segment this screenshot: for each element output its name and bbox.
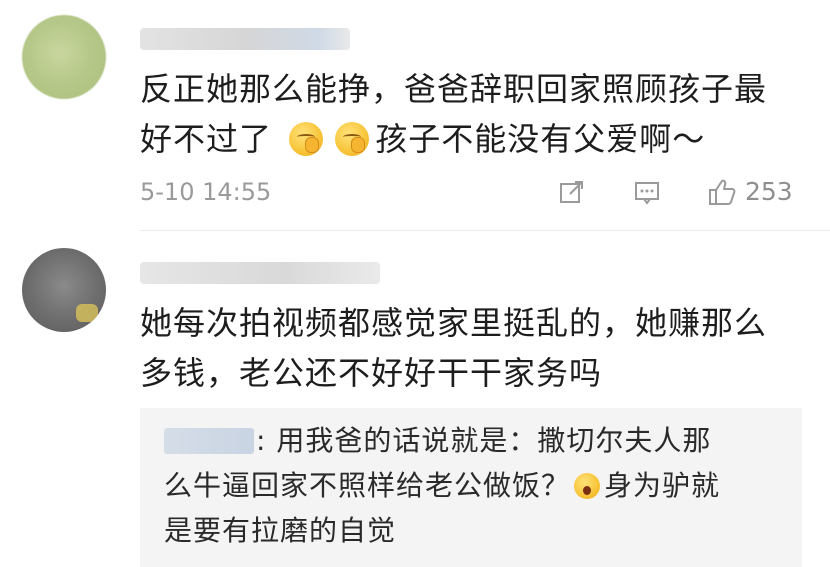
- username-blurred[interactable]: [140, 262, 380, 284]
- comment-line: 反正她那么能挣，爸爸辞职回家照顾孩子最: [140, 70, 768, 108]
- reply-line: 么牛逼回家不照样给老公做饭？ 身为驴就: [164, 463, 794, 508]
- like-button[interactable]: 253: [707, 176, 793, 208]
- comment-line-part: 孩子不能没有父爱啊～: [375, 120, 706, 158]
- timestamp: 5-10 14:55: [140, 178, 272, 206]
- reply-line-part: 身为驴就: [604, 469, 721, 502]
- shh-face-emoji-icon: [289, 122, 324, 156]
- reply-line-part: : 用我爸的话说就是：撒切尔夫人那: [256, 424, 712, 457]
- comment-line-part: 好不过了: [140, 120, 273, 158]
- thumbs-up-icon: [709, 179, 736, 205]
- yawning-face-emoji-icon: [574, 473, 601, 499]
- avatar[interactable]: [22, 15, 106, 99]
- share-icon: [560, 181, 583, 203]
- reply-button[interactable]: [633, 176, 661, 208]
- comment-text: 她每次拍视频都感觉家里挺乱的，她赚那么 多钱，老公还不好好干干家务吗: [140, 298, 790, 398]
- like-count: 253: [745, 177, 793, 206]
- avatar[interactable]: [22, 248, 106, 332]
- comment-meta: 5-10 14:55 253: [140, 176, 805, 208]
- reply-preview[interactable]: : 用我爸的话说就是：撒切尔夫人那 么牛逼回家不照样给老公做饭？ 身为驴就 是要有…: [140, 408, 802, 567]
- share-button[interactable]: [558, 176, 586, 208]
- comment-icon: [635, 182, 659, 205]
- username-blurred[interactable]: [140, 28, 350, 50]
- shh-face-emoji-icon: [335, 122, 370, 156]
- comment-line: 她每次拍视频都感觉家里挺乱的，她赚那么: [140, 304, 768, 342]
- comment-text: 反正她那么能挣，爸爸辞职回家照顾孩子最 好不过了 孩子不能没有父爱啊～: [140, 64, 790, 164]
- comment-divider: [140, 230, 830, 231]
- reply-line: 是要有拉磨的自觉: [164, 514, 397, 547]
- comment-line: 多钱，老公还不好好干干家务吗: [140, 354, 603, 392]
- reply-line: : 用我爸的话说就是：撒切尔夫人那: [164, 418, 794, 463]
- reply-author-blurred[interactable]: [164, 428, 254, 454]
- comment-line: 好不过了 孩子不能没有父爱啊～: [140, 114, 790, 164]
- reply-line-part: 么牛逼回家不照样给老公做饭？: [164, 469, 571, 502]
- reply-text: : 用我爸的话说就是：撒切尔夫人那 么牛逼回家不照样给老公做饭？ 身为驴就 是要有…: [164, 418, 794, 553]
